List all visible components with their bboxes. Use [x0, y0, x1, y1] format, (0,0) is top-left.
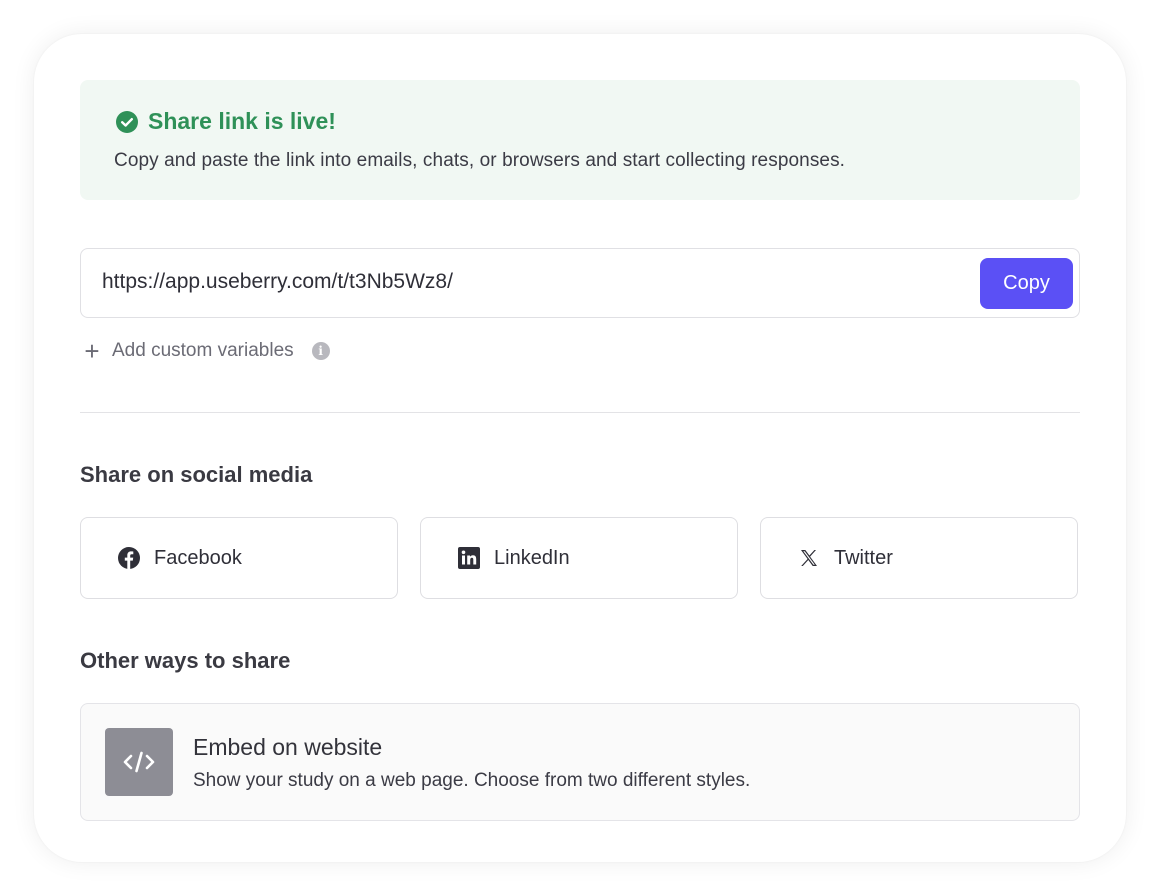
linkedin-label: LinkedIn — [494, 547, 570, 569]
embed-title: Embed on website — [193, 734, 383, 760]
facebook-icon — [117, 546, 141, 570]
divider — [80, 412, 1080, 413]
info-icon[interactable]: i — [311, 342, 330, 360]
alert-title-row: Share link is live! — [116, 108, 336, 135]
share-link-field[interactable]: https://app.useberry.com/t/t3Nb5Wz8/ Cop… — [80, 248, 1080, 318]
share-dialog-card: Share link is live! Copy and paste the l… — [34, 34, 1126, 862]
twitter-share-button[interactable]: Twitter — [760, 517, 1078, 599]
embed-description: Show your study on a web page. Choose fr… — [193, 770, 751, 791]
facebook-share-button[interactable]: Facebook — [80, 517, 398, 599]
social-section-title: Share on social media — [80, 462, 313, 487]
add-custom-variables-label: Add custom variables — [112, 340, 294, 361]
twitter-label: Twitter — [834, 547, 893, 569]
linkedin-share-button[interactable]: LinkedIn — [420, 517, 738, 599]
success-alert: Share link is live! Copy and paste the l… — [80, 80, 1080, 200]
plus-icon: + — [84, 336, 100, 366]
linkedin-icon — [457, 546, 481, 570]
other-section-title: Other ways to share — [80, 648, 291, 673]
embed-on-website-option[interactable]: Embed on website Show your study on a we… — [80, 703, 1080, 821]
x-twitter-icon — [797, 546, 821, 570]
share-link-url[interactable]: https://app.useberry.com/t/t3Nb5Wz8/ — [102, 270, 453, 294]
alert-title: Share link is live! — [148, 108, 336, 134]
copy-button[interactable]: Copy — [980, 258, 1073, 309]
add-custom-variables-button[interactable]: + Add custom variables i — [82, 336, 330, 366]
alert-description: Copy and paste the link into emails, cha… — [114, 150, 846, 171]
facebook-label: Facebook — [154, 547, 242, 569]
code-icon — [105, 728, 173, 796]
check-circle-icon — [116, 110, 138, 133]
page: Share link is live! Copy and paste the l… — [0, 0, 1160, 896]
